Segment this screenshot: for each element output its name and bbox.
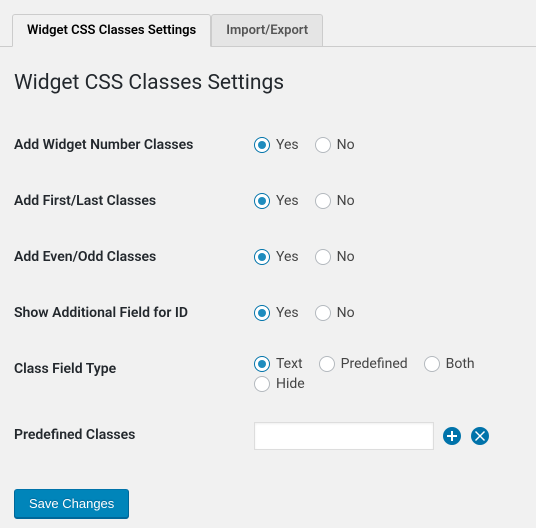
radio-even-odd-no[interactable]: No — [315, 249, 355, 265]
label-class-field-type: Class Field Type — [14, 341, 244, 407]
radio-class-type-predefined[interactable]: Predefined — [319, 356, 408, 372]
radio-label: Yes — [276, 249, 299, 265]
radio-even-odd-yes[interactable]: Yes — [254, 249, 299, 265]
label-predefined-classes: Predefined Classes — [14, 407, 244, 465]
radio-class-type-text[interactable]: Text — [254, 356, 303, 372]
tab-settings[interactable]: Widget CSS Classes Settings — [12, 14, 211, 47]
radio-show-id-no[interactable]: No — [315, 305, 355, 321]
radio-label: Text — [276, 356, 303, 372]
radio-label: No — [337, 249, 355, 265]
radio-icon — [254, 376, 270, 392]
radio-icon — [254, 137, 270, 153]
radio-show-id-yes[interactable]: Yes — [254, 305, 299, 321]
radio-label: Yes — [276, 137, 299, 153]
label-add-first-last: Add First/Last Classes — [14, 173, 244, 229]
radio-group-show-id: Yes No — [254, 305, 512, 321]
plus-icon — [447, 431, 457, 441]
radio-label: Yes — [276, 305, 299, 321]
radio-icon — [254, 249, 270, 265]
tab-bar: Widget CSS Classes Settings Import/Expor… — [0, 0, 536, 47]
save-button[interactable]: Save Changes — [14, 489, 129, 518]
radio-icon — [254, 356, 270, 372]
tab-import-export[interactable]: Import/Export — [211, 14, 323, 46]
radio-icon — [315, 137, 331, 153]
radio-first-last-no[interactable]: No — [315, 193, 355, 209]
label-add-number: Add Widget Number Classes — [14, 117, 244, 173]
radio-label: Both — [446, 356, 475, 372]
radio-icon — [315, 193, 331, 209]
radio-label: Predefined — [341, 356, 408, 372]
label-add-even-odd: Add Even/Odd Classes — [14, 229, 244, 285]
radio-icon — [254, 193, 270, 209]
radio-class-type-both[interactable]: Both — [424, 356, 475, 372]
radio-label: No — [337, 193, 355, 209]
radio-label: No — [337, 305, 355, 321]
radio-label: No — [337, 137, 355, 153]
radio-add-number-yes[interactable]: Yes — [254, 137, 299, 153]
radio-icon — [315, 305, 331, 321]
radio-first-last-yes[interactable]: Yes — [254, 193, 299, 209]
remove-class-icon[interactable] — [471, 427, 489, 445]
radio-class-type-hide[interactable]: Hide — [254, 376, 305, 392]
radio-icon — [319, 356, 335, 372]
radio-group-first-last: Yes No — [254, 193, 512, 209]
radio-icon — [424, 356, 440, 372]
radio-group-add-number: Yes No — [254, 137, 512, 153]
radio-icon — [315, 249, 331, 265]
page-title: Widget CSS Classes Settings — [14, 71, 522, 95]
radio-icon — [254, 305, 270, 321]
add-class-icon[interactable] — [443, 427, 461, 445]
label-show-id-field: Show Additional Field for ID — [14, 285, 244, 341]
radio-label: Hide — [276, 376, 305, 392]
predefined-class-input[interactable] — [254, 422, 434, 450]
settings-table: Add Widget Number Classes Yes No Add Fir… — [14, 117, 522, 465]
close-icon — [475, 431, 485, 441]
radio-label: Yes — [276, 193, 299, 209]
radio-add-number-no[interactable]: No — [315, 137, 355, 153]
radio-group-even-odd: Yes No — [254, 249, 512, 265]
radio-group-class-type: Text Predefined Both Hide — [254, 356, 512, 392]
